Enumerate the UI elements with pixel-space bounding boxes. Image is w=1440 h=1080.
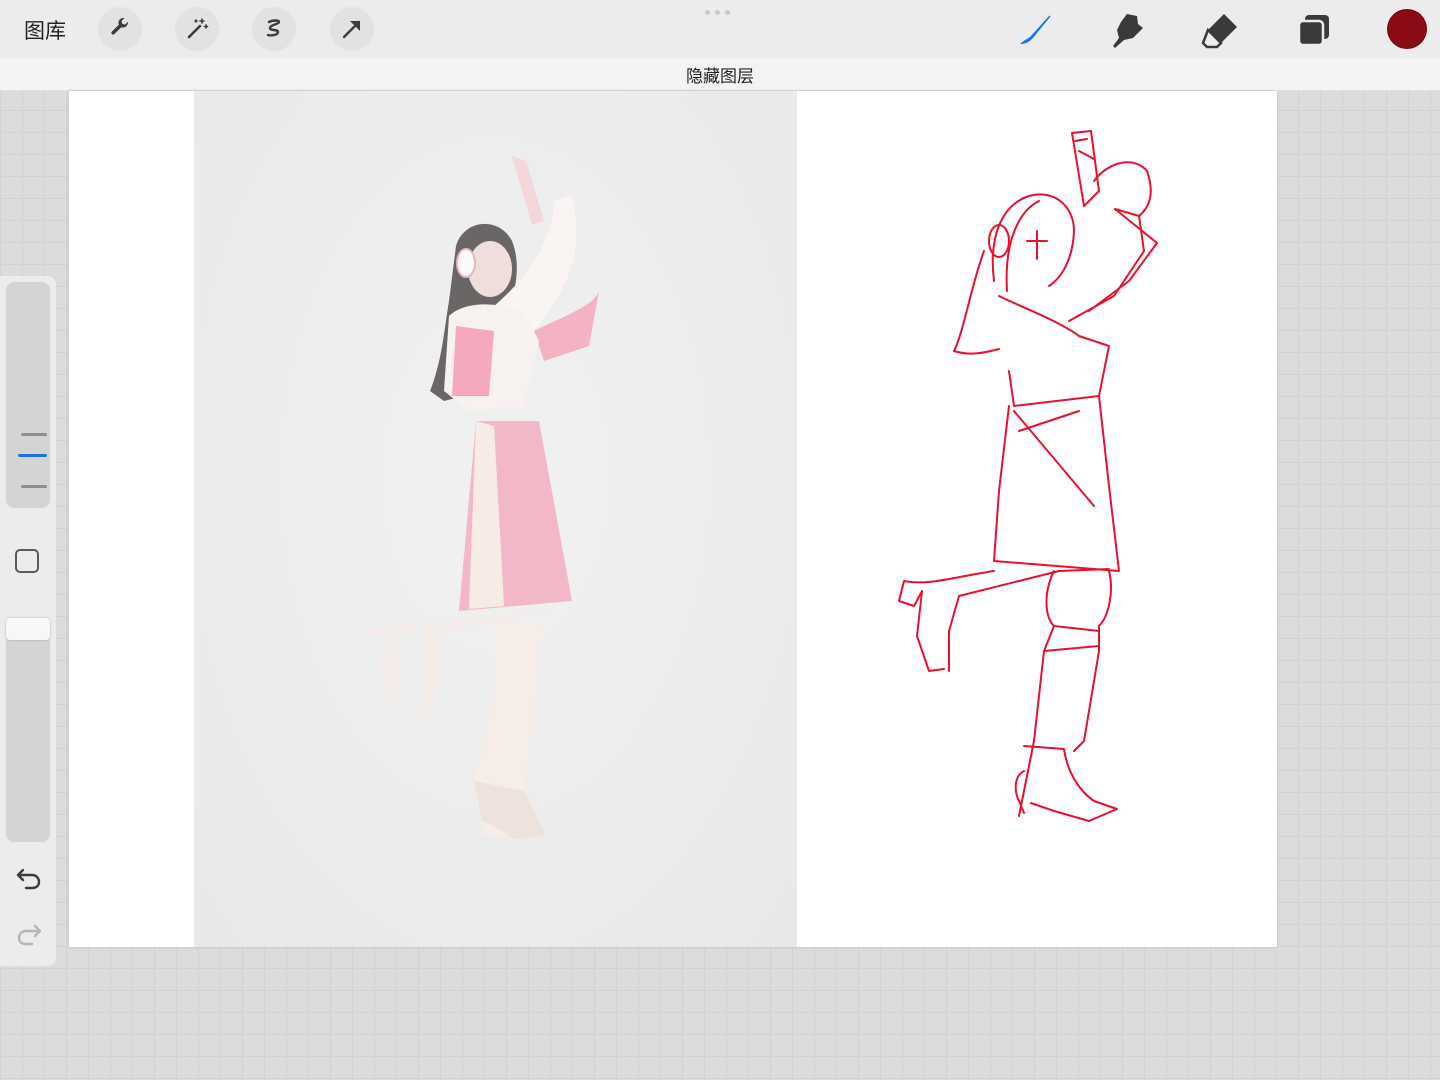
- smudge-button[interactable]: [1107, 10, 1147, 50]
- actions-button[interactable]: [98, 7, 142, 51]
- selection-button[interactable]: [252, 7, 296, 51]
- size-preset-tick[interactable]: [21, 433, 47, 436]
- square-modifier-icon[interactable]: [15, 549, 39, 573]
- size-preset-tick[interactable]: [21, 485, 47, 488]
- sketch-layer: [898, 130, 1158, 822]
- color-picker-button[interactable]: [1388, 10, 1426, 48]
- top-toolbar: 图库: [0, 0, 1440, 58]
- drawing-canvas[interactable]: [69, 91, 1277, 947]
- selection-icon: [266, 19, 281, 37]
- layers-icon: [1297, 15, 1329, 47]
- wrench-icon: [111, 17, 129, 35]
- brush-button[interactable]: [1014, 10, 1054, 50]
- brush-opacity-slider[interactable]: [6, 620, 50, 842]
- brush-icon: [1020, 15, 1051, 44]
- drag-handle[interactable]: [705, 10, 735, 16]
- layers-button[interactable]: [1294, 10, 1334, 50]
- layer-hidden-notice: 隐藏图层: [0, 58, 1440, 91]
- adjustments-button[interactable]: [175, 7, 219, 51]
- opacity-slider-knob[interactable]: [6, 618, 50, 640]
- gallery-button[interactable]: 图库: [24, 15, 66, 45]
- transform-button[interactable]: [330, 7, 374, 51]
- brush-size-slider[interactable]: [6, 282, 50, 508]
- smudge-icon: [1113, 14, 1143, 48]
- undo-icon[interactable]: [15, 862, 43, 890]
- notice-text: 隐藏图层: [686, 66, 754, 87]
- eraser-button[interactable]: [1200, 10, 1240, 50]
- left-sidebar: [0, 276, 56, 966]
- magic-wand-icon: [187, 18, 209, 39]
- eraser-icon: [1201, 14, 1237, 49]
- redo-icon[interactable]: [15, 918, 43, 946]
- arrow-icon: [342, 20, 361, 39]
- size-preset-tick-active[interactable]: [18, 454, 47, 457]
